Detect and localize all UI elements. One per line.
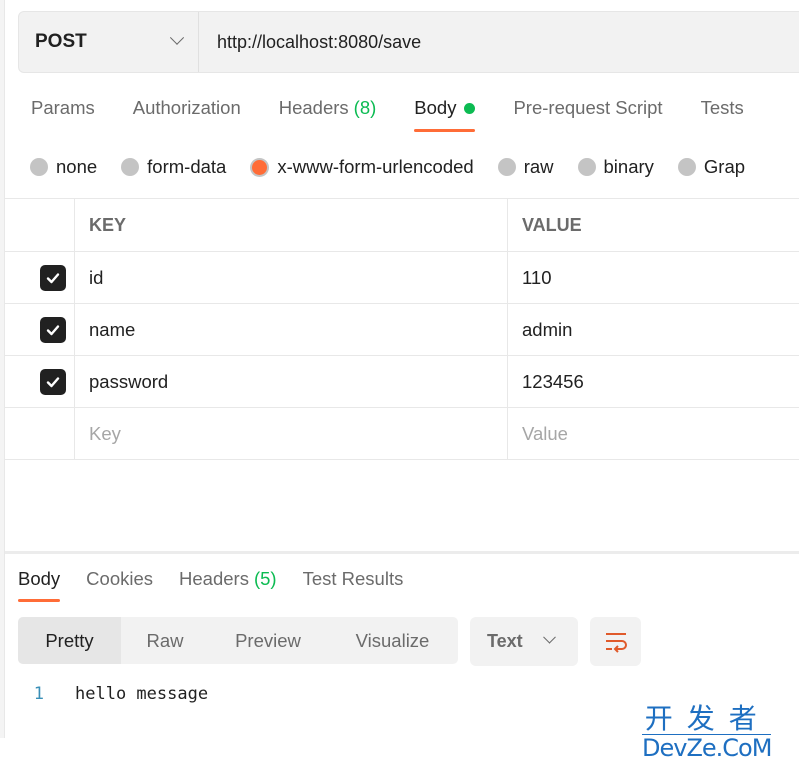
headers-count: (8) [353,97,377,118]
new-value-input[interactable]: Value [508,408,799,459]
radio-label: raw [523,156,554,177]
method-label: POST [35,31,87,52]
radio-label: binary [603,156,654,177]
radio-none[interactable]: none [30,156,97,178]
request-tabs: Params Authorization Headers (8) Body Pre… [31,97,782,132]
key-cell[interactable]: name [75,304,508,355]
header-key: KEY [75,199,508,251]
value-cell[interactable]: 123456 [508,356,799,407]
tab-label: Params [31,97,95,118]
tab-params[interactable]: Params [31,97,95,132]
check-cell [5,408,75,459]
chevron-down-icon [542,630,556,644]
radio-icon [121,158,140,176]
tab-label: Authorization [132,97,241,118]
watermark-cn: 开发者 [642,704,772,735]
radio-icon [677,158,696,176]
radio-icon [497,158,516,176]
key-cell[interactable]: password [75,356,508,407]
checkmark-icon [46,272,60,283]
row-checkbox[interactable] [40,264,66,291]
radio-label: none [56,156,98,177]
tab-label: Headers [179,568,249,589]
tab-authorization[interactable]: Authorization [133,97,241,132]
radio-icon [577,158,596,176]
code-line: hello message [75,684,209,704]
table-row: password 123456 [5,356,799,408]
body-type-radios: none form-data x-www-form-urlencoded raw… [30,156,769,178]
tab-pre-request-script[interactable]: Pre-request Script [513,97,662,132]
key-value-table: KEY VALUE id 110 name admin password 123… [5,198,799,460]
tab-label: Test Results [302,568,404,589]
row-checkbox[interactable] [40,368,66,395]
url-input[interactable]: http://localhost:8080/save [199,32,421,53]
checkmark-icon [46,376,60,387]
row-checkbox[interactable] [40,316,66,343]
value-cell[interactable]: 110 [508,252,799,303]
response-tab-cookies[interactable]: Cookies [86,568,153,602]
tab-label: Body [18,568,61,589]
tab-label: Cookies [86,568,154,589]
table-row: name admin [5,304,799,356]
radio-label: Grap [703,156,746,177]
response-tab-headers[interactable]: Headers (5) [179,568,277,602]
check-cell [5,356,75,407]
view-pretty[interactable]: Pretty [18,617,121,664]
radio-form-data[interactable]: form-data [121,156,226,178]
tab-label: Tests [700,97,744,118]
header-check-cell [5,199,75,251]
response-tabs: Body Cookies Headers (5) Test Results [18,568,429,602]
tab-headers[interactable]: Headers (8) [279,97,377,132]
checkmark-icon [46,324,60,335]
watermark-en: DevZe.CoM [642,734,772,762]
tab-body[interactable]: Body [414,97,476,132]
table-row-new: Key Value [5,408,799,460]
response-tab-body[interactable]: Body [18,568,61,602]
table-row: id 110 [5,252,799,304]
key-cell[interactable]: id [75,252,508,303]
radio-binary[interactable]: binary [577,156,654,178]
check-cell [5,304,75,355]
pane-divider[interactable] [5,551,799,554]
new-key-input[interactable]: Key [75,408,508,459]
watermark-logo: 开发者 DevZe.CoM [642,704,772,762]
format-label: Text [487,631,523,651]
url-bar: POST http://localhost:8080/save [18,11,799,73]
radio-label: x-www-form-urlencoded [277,156,474,177]
tab-label: Body [414,97,457,118]
tab-label: Pre-request Script [513,97,663,118]
tab-label: Headers [278,97,349,118]
wrap-lines-button[interactable] [590,617,641,666]
format-select[interactable]: Text [470,617,578,666]
radio-checked-icon [252,159,268,175]
header-value: VALUE [522,214,582,235]
radio-x-www-form-urlencoded[interactable]: x-www-form-urlencoded [250,156,474,178]
view-preview[interactable]: Preview [209,617,327,664]
view-visualize[interactable]: Visualize [327,617,458,664]
body-indicator-dot [464,102,476,114]
response-tab-test-results[interactable]: Test Results [303,568,404,602]
tab-tests[interactable]: Tests [701,97,744,132]
response-body: 1 hello message [0,684,208,704]
wrap-lines-icon [605,632,627,653]
chevron-down-icon [169,30,185,45]
method-select[interactable]: POST [19,12,199,72]
view-mode-control: Pretty Raw Preview Visualize [18,617,458,664]
view-raw[interactable]: Raw [121,617,209,664]
radio-label: form-data [147,156,227,177]
radio-graphql[interactable]: Grap [677,156,746,178]
check-cell [5,252,75,303]
response-headers-count: (5) [253,568,277,589]
value-cell[interactable]: admin [508,304,799,355]
table-header: KEY VALUE [5,199,799,252]
radio-raw[interactable]: raw [497,156,554,178]
radio-icon [30,158,48,176]
line-number: 1 [33,684,44,704]
